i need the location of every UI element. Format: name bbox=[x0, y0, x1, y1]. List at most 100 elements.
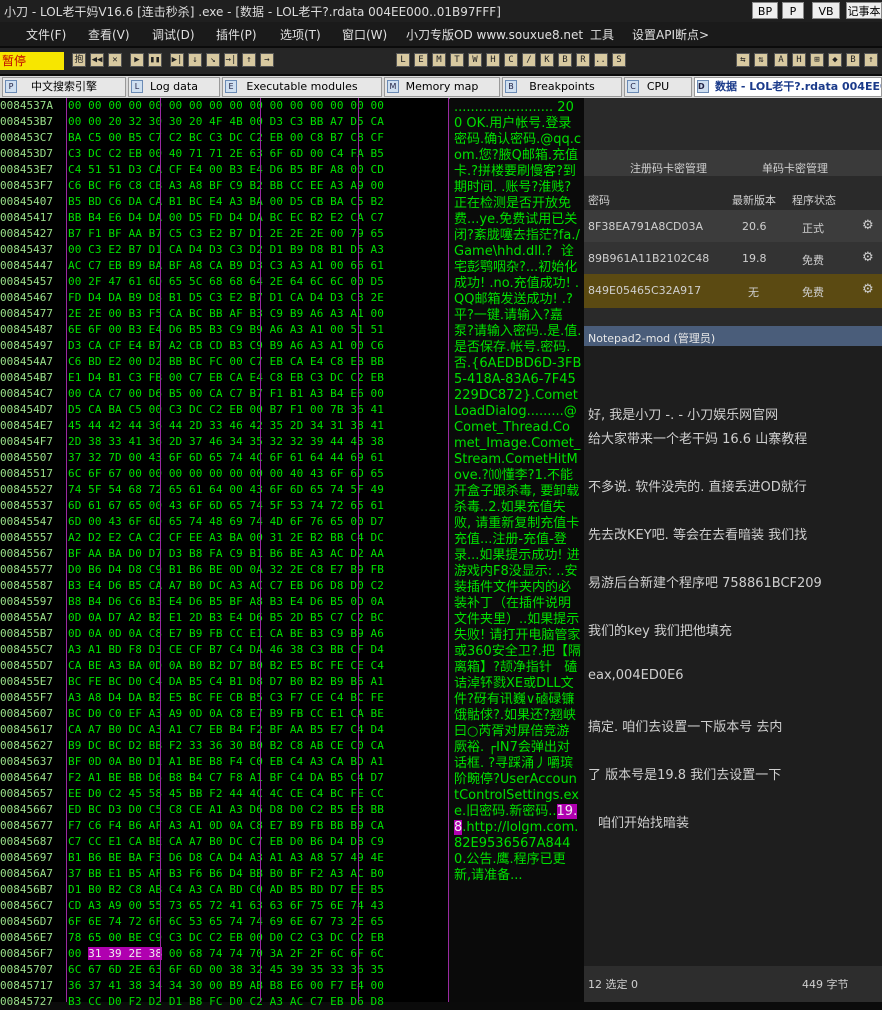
references-window-icon[interactable]: R bbox=[576, 53, 590, 67]
menu-plugins[interactable]: 插件(P) bbox=[216, 26, 257, 43]
dump-address: 00845697 bbox=[0, 851, 53, 864]
toolbar-icon-r5[interactable]: ◆ bbox=[828, 53, 842, 67]
dump-address: 00845647 bbox=[0, 771, 53, 784]
modules-window-icon[interactable]: E bbox=[414, 53, 428, 67]
cpu-window-icon[interactable]: C bbox=[504, 53, 518, 67]
toolbar-icon-r4[interactable]: ⊞ bbox=[810, 53, 824, 67]
windows-window-icon[interactable]: W bbox=[468, 53, 482, 67]
menu-file[interactable]: 文件(F) bbox=[26, 26, 66, 43]
breakpoints-window-icon[interactable]: B bbox=[558, 53, 572, 67]
dump-hex-bytes: 78 65 00 BE C9 C3 DC C2 EB 00 D0 C2 C3 D… bbox=[68, 931, 384, 944]
rewind-icon[interactable]: ◀◀ bbox=[90, 53, 104, 67]
run-icon[interactable]: ▶ bbox=[130, 53, 144, 67]
threads-window-icon[interactable]: T bbox=[450, 53, 464, 67]
dump-address: 00845717 bbox=[0, 979, 53, 992]
gear-icon[interactable]: ⚙ bbox=[862, 282, 874, 297]
toolbar-icon-r0[interactable]: ⇆ bbox=[736, 53, 750, 67]
menu-view[interactable]: 查看(V) bbox=[88, 26, 130, 43]
bp-button[interactable]: BP bbox=[752, 2, 778, 19]
menu-debug[interactable]: 调试(D) bbox=[152, 26, 195, 43]
menu-api-breakpoints[interactable]: 设置API断点> bbox=[632, 26, 709, 43]
toolbar-icon-r2[interactable]: A bbox=[774, 53, 788, 67]
dump-hex-bytes: C6 BD E2 00 D2 BB BC FC 00 C7 EB CA E4 C… bbox=[68, 355, 384, 368]
dump-hex-bytes: 6C 6F 67 00 00 00 00 00 00 00 00 40 43 6… bbox=[68, 467, 384, 480]
menu-tools[interactable]: 工具 bbox=[590, 26, 614, 43]
ascii-dump-pane[interactable]: ........................ 200 OK.用户帐号.登录密… bbox=[450, 98, 584, 1002]
dump-address: 00845537 bbox=[0, 499, 53, 512]
menu-souxue[interactable]: 小刀专版OD www.souxue8.net bbox=[406, 26, 583, 43]
dump-address: 00845707 bbox=[0, 963, 53, 976]
log-window-icon[interactable]: L bbox=[396, 53, 410, 67]
dump-address: 008454B7 bbox=[0, 371, 53, 384]
column-separator bbox=[160, 98, 161, 1002]
toolbar-icon-r3[interactable]: H bbox=[792, 53, 806, 67]
dump-address: 00845477 bbox=[0, 307, 53, 320]
bg-col-status: 程序状态 bbox=[792, 194, 836, 207]
bg-row3-version: 无 bbox=[748, 286, 759, 299]
dump-address: 00845517 bbox=[0, 467, 53, 480]
dump-hex-bytes: 2E 2E 00 B3 F5 CA BC BB AF B3 C9 B9 A6 A… bbox=[68, 307, 384, 320]
bg-row1-status: 正式 bbox=[802, 222, 824, 235]
hex-dump-pane[interactable]: 0084537A 00 00 00 00 00 00 00 00 00 00 00… bbox=[0, 98, 448, 1008]
dump-address: 00845637 bbox=[0, 755, 53, 768]
close-icon[interactable]: ✕ bbox=[108, 53, 122, 67]
dump-hex-bytes: A3 A8 D4 DA B2 E5 BC FE CB B5 C3 F7 CE C… bbox=[68, 691, 384, 704]
tab-log-data[interactable]: L Log data bbox=[128, 77, 220, 97]
step-over-icon[interactable]: ↓ bbox=[188, 53, 202, 67]
handles-window-icon[interactable]: H bbox=[486, 53, 500, 67]
tab-label: Executable modules bbox=[246, 80, 358, 93]
dump-address: 00845427 bbox=[0, 227, 53, 240]
dump-hex-bytes: BF 0D 0A B0 D1 A1 BE B8 F4 C0 EB C4 A3 C… bbox=[68, 755, 384, 768]
column-separator bbox=[66, 98, 67, 1002]
dump-address: 00845507 bbox=[0, 451, 53, 464]
dump-hex-bytes: A2 D2 E2 CA C2 CF EE A3 BA 00 31 2E B2 B… bbox=[68, 531, 384, 544]
callstack-window-icon[interactable]: K bbox=[540, 53, 554, 67]
dump-hex-bytes: 74 5F 54 68 72 65 61 64 00 43 6F 6D 65 7… bbox=[68, 483, 384, 496]
dump-address: 00845487 bbox=[0, 323, 53, 336]
dump-hex-bytes: BC D0 C0 EF A3 A9 0D 0A C8 E7 B9 FB CC E… bbox=[68, 707, 384, 720]
toolbar-icon-r1[interactable]: ⇅ bbox=[754, 53, 768, 67]
run-trace-icon[interactable]: ... bbox=[594, 53, 611, 67]
dump-address: 00845467 bbox=[0, 291, 53, 304]
patches-window-icon[interactable]: / bbox=[522, 53, 536, 67]
tab-memory-map[interactable]: M Memory map bbox=[384, 77, 500, 97]
menu-window[interactable]: 窗口(W) bbox=[342, 26, 387, 43]
tab-breakpoints[interactable]: B Breakpoints bbox=[502, 77, 622, 97]
tab-cpu[interactable]: C CPU bbox=[624, 77, 692, 97]
dump-address: 008456D7 bbox=[0, 915, 53, 928]
memory-window-icon[interactable]: M bbox=[432, 53, 446, 67]
dump-hex-bytes: 0D 0A D7 A2 B2 E1 2D B3 E4 D6 B5 2D B5 C… bbox=[68, 611, 384, 624]
dump-hex-bytes: BB B4 E6 D4 DA 00 D5 FD D4 DA BC EC B2 E… bbox=[68, 211, 384, 224]
bg-col-version: 最新版本 bbox=[732, 194, 776, 207]
bg-row2-key: 89B961A11B2102C48 bbox=[588, 252, 710, 265]
p-button[interactable]: P bbox=[782, 2, 804, 19]
gear-icon[interactable]: ⚙ bbox=[862, 250, 874, 265]
bg-row3-key: 849E05465C32A917 bbox=[588, 284, 702, 297]
goto-icon[interactable]: → bbox=[260, 53, 274, 67]
toolbar-icon-0[interactable]: 抱 bbox=[72, 53, 86, 67]
toolbar-icon-r7[interactable]: ↑ bbox=[864, 53, 878, 67]
dump-hex-bytes: 6D 00 43 6F 6D 65 74 48 69 74 4D 6F 76 6… bbox=[68, 515, 384, 528]
execute-till-return-icon[interactable]: ↑ bbox=[242, 53, 256, 67]
tab-label: Log data bbox=[150, 80, 198, 93]
toolbar-icon-r6[interactable]: B bbox=[846, 53, 860, 67]
source-window-icon[interactable]: S bbox=[612, 53, 626, 67]
dump-address: 008453C7 bbox=[0, 131, 53, 144]
tab-dump[interactable]: D 数据 - LOL老干?.rdata 004EE0 bbox=[694, 77, 882, 97]
plugin-icon: P bbox=[5, 80, 17, 93]
tab-chinese-search[interactable]: P 中文搜索引擎 bbox=[2, 77, 126, 97]
dump-address: 00845417 bbox=[0, 211, 53, 224]
dump-hex-bytes: A3 A1 BD F8 D3 CE CF B7 C4 DA 46 38 C3 B… bbox=[68, 643, 384, 656]
dump-address: 00845687 bbox=[0, 835, 53, 848]
dump-address: 00845727 bbox=[0, 995, 53, 1008]
vb-button[interactable]: VB bbox=[812, 2, 840, 19]
menu-options[interactable]: 选项(T) bbox=[280, 26, 321, 43]
trace-into-icon[interactable]: ↘ bbox=[206, 53, 220, 67]
trace-over-icon[interactable]: →| bbox=[224, 53, 238, 67]
dump-address: 008455C7 bbox=[0, 643, 53, 656]
tab-executable-modules[interactable]: E Executable modules bbox=[222, 77, 382, 97]
pause-icon[interactable]: ▮▮ bbox=[148, 53, 162, 67]
gear-icon[interactable]: ⚙ bbox=[862, 218, 874, 233]
notepad-button[interactable]: 记事本 bbox=[846, 2, 882, 19]
step-into-icon[interactable]: ▶| bbox=[170, 53, 184, 67]
